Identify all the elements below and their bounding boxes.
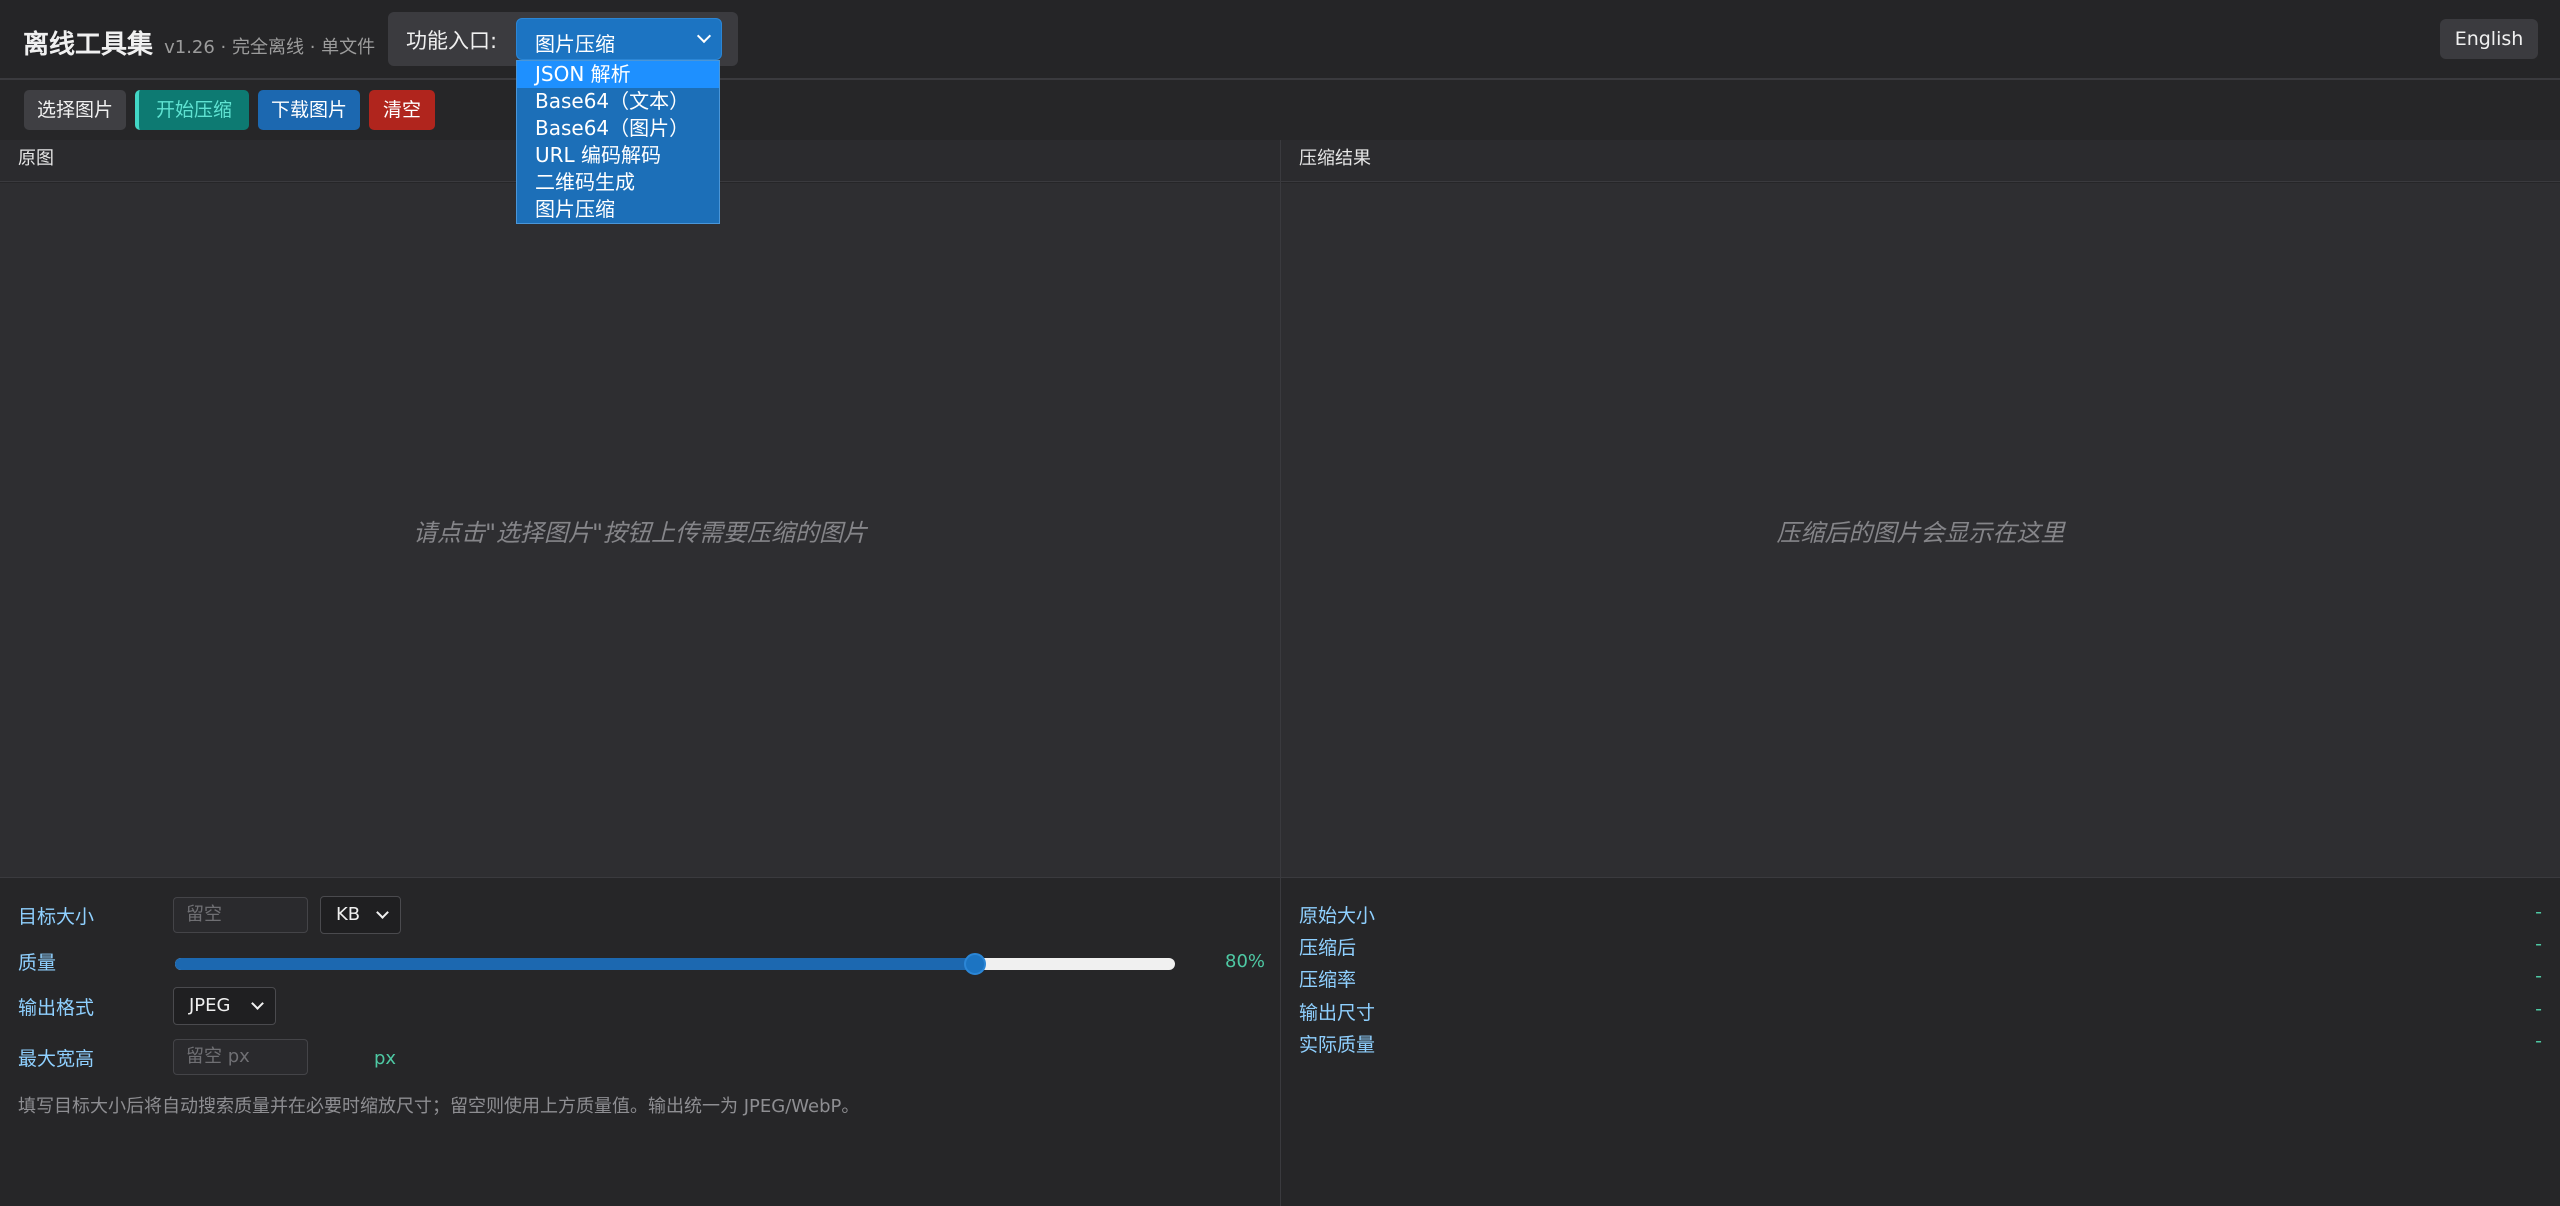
dropdown-option-base64-text[interactable]: Base64（文本） [517,88,719,115]
result-value: - [2535,901,2542,923]
quality-label: 质量 [18,952,57,974]
chevron-down-icon [696,28,712,44]
max-dimension-input[interactable]: 留空 px [173,1039,308,1075]
function-entry-label: 功能入口: [406,29,498,53]
chevron-down-icon [376,906,389,919]
original-preview[interactable]: 请点击"选择图片"按钮上传需要压缩的图片 [0,183,1280,877]
original-placeholder: 请点击"选择图片"按钮上传需要压缩的图片 [412,519,868,547]
result-label: 压缩率 [1299,969,1357,991]
dropdown-option-url-codec[interactable]: URL 编码解码 [517,142,719,169]
function-dropdown: JSON 解析 Base64（文本） Base64（图片） URL 编码解码 二… [516,60,720,224]
result-label: 原始大小 [1299,905,1376,927]
output-format-value: JPEG [189,995,231,1016]
settings-hint: 填写目标大小后将自动搜索质量并在必要时缩放尺寸；留空则使用上方质量值。输出统一为… [18,1096,860,1117]
target-unit-select[interactable]: KB [320,896,401,934]
download-image-button[interactable]: 下载图片 [258,90,360,130]
result-value: - [2535,933,2542,955]
result-value: - [2535,998,2542,1020]
max-dimension-label: 最大宽高 [18,1048,95,1070]
app-subtitle: v1.26 · 完全离线 · 单文件 [164,37,376,58]
clear-button[interactable]: 清空 [369,90,435,130]
result-row: 输出尺寸 - [1299,998,2542,1028]
brand: 离线工具集 v1.26 · 完全离线 · 单文件 [23,24,375,61]
result-label: 压缩后 [1299,937,1357,959]
toolbar: 选择图片 开始压缩 下载图片 清空 [0,82,2560,138]
function-entry: 功能入口: 图片压缩 [388,12,738,66]
result-label: 输出尺寸 [1299,1002,1376,1024]
settings-panel: 目标大小 留空 KB 质量 80% 输出格式 JPEG 最大宽高 留空 px p… [0,877,1280,1206]
dropdown-option-image-compress[interactable]: 图片压缩 [517,196,719,223]
dropdown-option-qrcode[interactable]: 二维码生成 [517,169,719,196]
result-row: 压缩率 - [1299,965,2542,995]
output-format-label: 输出格式 [18,997,95,1019]
result-preview: 压缩后的图片会显示在这里 [1281,183,2560,877]
quality-slider-fill [175,958,975,970]
dropdown-option-base64-image[interactable]: Base64（图片） [517,115,719,142]
result-label: 实际质量 [1299,1034,1376,1056]
max-dimension-unit: px [374,1048,397,1069]
output-format-select[interactable]: JPEG [173,987,276,1025]
result-panel-title: 压缩结果 [1281,140,2560,182]
result-row: 原始大小 - [1299,901,2542,931]
quality-slider[interactable] [175,953,1175,975]
target-size-input[interactable]: 留空 [173,897,308,933]
app-root: 离线工具集 v1.26 · 完全离线 · 单文件 功能入口: 图片压缩 Engl… [0,0,2560,1206]
function-select-value: 图片压缩 [535,32,615,56]
result-row: 实际质量 - [1299,1030,2542,1060]
start-compress-button[interactable]: 开始压缩 [135,90,249,130]
result-value: - [2535,965,2542,987]
quality-slider-handle[interactable] [964,953,986,975]
results-panel: 原始大小 - 压缩后 - 压缩率 - 输出尺寸 - 实际质量 - [1281,877,2560,1206]
header: 离线工具集 v1.26 · 完全离线 · 单文件 功能入口: 图片压缩 Engl… [0,0,2560,80]
app-title: 离线工具集 [23,30,154,60]
dropdown-option-json[interactable]: JSON 解析 [517,61,719,88]
function-select[interactable]: 图片压缩 [516,18,722,60]
result-placeholder: 压缩后的图片会显示在这里 [1776,519,2065,547]
chevron-down-icon [251,997,264,1010]
target-unit-value: KB [336,904,361,925]
target-size-label: 目标大小 [18,906,95,928]
result-value: - [2535,1030,2542,1052]
language-button[interactable]: English [2440,19,2538,59]
result-row: 压缩后 - [1299,933,2542,963]
quality-value: 80% [1225,951,1266,972]
select-image-button[interactable]: 选择图片 [24,90,126,130]
